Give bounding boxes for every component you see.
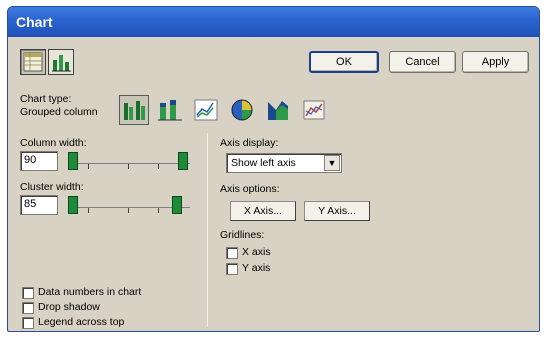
chart-type-label: Chart type: (20, 93, 72, 105)
y-axis-gridline-label: Y axis (242, 262, 271, 274)
column-width-label: Column width: (20, 137, 87, 149)
cluster-width-min-thumb[interactable] (68, 196, 78, 214)
chart-type-value: Grouped column (20, 106, 98, 118)
legend-checkbox[interactable] (22, 317, 34, 329)
drop-shadow-checkbox[interactable] (22, 302, 34, 314)
axis-display-select[interactable]: Show left axis ▼ (226, 153, 342, 173)
cluster-width-slider[interactable] (68, 194, 190, 216)
drop-shadow-label: Drop shadow (38, 301, 100, 313)
cluster-width-thumb[interactable] (172, 196, 182, 214)
cancel-button[interactable]: Cancel (389, 51, 456, 73)
column-width-input[interactable]: 90 (20, 151, 58, 171)
line-chart-icon[interactable] (191, 95, 221, 125)
axis-display-label: Axis display: (220, 137, 279, 149)
3d-chart-icon[interactable] (299, 95, 329, 125)
y-axis-button[interactable]: Y Axis... (304, 201, 370, 221)
y-axis-gridline-checkbox[interactable] (226, 263, 238, 275)
column-width-slider[interactable] (68, 150, 190, 172)
x-axis-gridline-checkbox[interactable] (226, 247, 238, 259)
data-numbers-label: Data numbers in chart (38, 286, 142, 298)
section-divider (207, 133, 208, 327)
x-axis-button[interactable]: X Axis... (230, 201, 296, 221)
data-numbers-checkbox[interactable] (22, 287, 34, 299)
chart-dialog: Chart OK Cancel Apply Chart type: Groupe… (7, 6, 540, 332)
ok-button[interactable]: OK (309, 51, 379, 73)
x-axis-gridline-label: X axis (242, 246, 271, 258)
pie-chart-icon[interactable] (227, 95, 257, 125)
dialog-client: OK Cancel Apply Chart type: Grouped colu… (12, 37, 535, 329)
grouped-column-icon[interactable] (119, 95, 149, 125)
stacked-column-icon[interactable] (155, 95, 185, 125)
column-width-thumb[interactable] (178, 152, 188, 170)
table-view-icon[interactable] (20, 49, 46, 75)
chart-view-icon[interactable] (48, 49, 74, 75)
chevron-down-icon[interactable]: ▼ (324, 155, 340, 171)
area-chart-icon[interactable] (263, 95, 293, 125)
legend-label: Legend across top (38, 316, 125, 328)
dialog-title[interactable]: Chart (8, 7, 539, 37)
gridlines-label: Gridlines: (220, 229, 265, 241)
axis-display-value: Show left axis (231, 157, 296, 169)
cluster-width-input[interactable]: 85 (20, 195, 58, 215)
apply-button[interactable]: Apply (462, 51, 529, 73)
cluster-width-label: Cluster width: (20, 181, 84, 193)
column-width-min-thumb[interactable] (68, 152, 78, 170)
axis-options-label: Axis options: (220, 183, 280, 195)
